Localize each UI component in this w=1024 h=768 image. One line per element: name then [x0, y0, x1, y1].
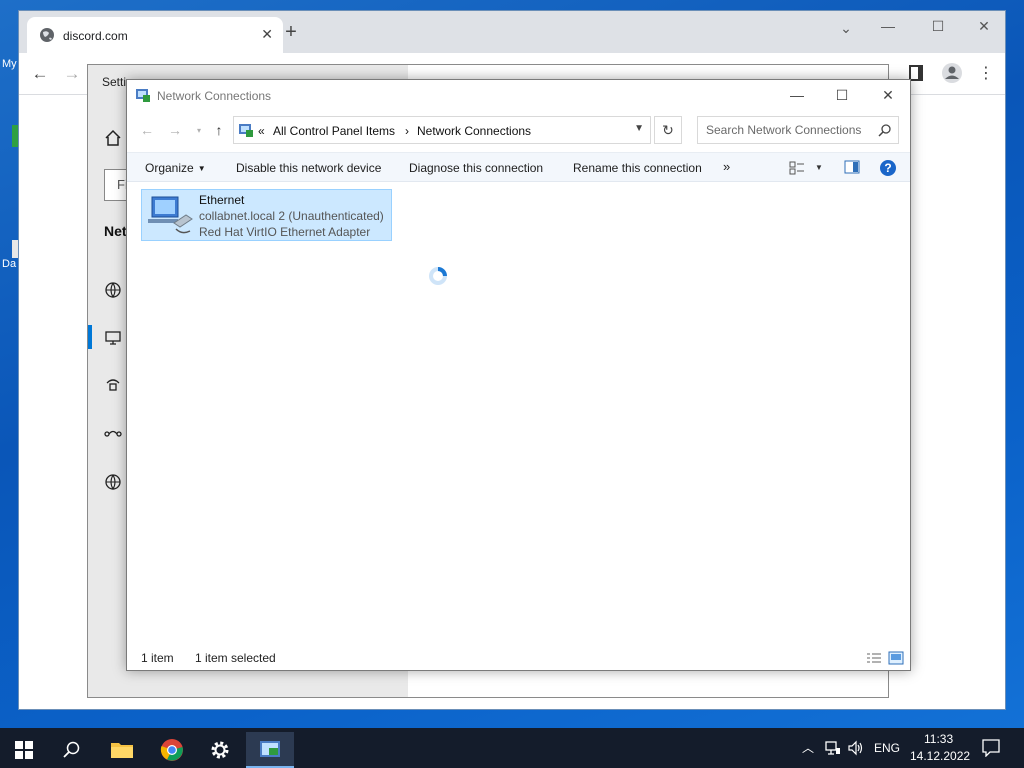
breadcrumb-network-connections[interactable]: Network Connections	[417, 124, 531, 138]
change-view-icon[interactable]	[789, 161, 805, 175]
minimize-button[interactable]: —	[865, 11, 911, 41]
file-explorer-button[interactable]	[98, 732, 146, 768]
forward-icon[interactable]: →	[61, 63, 83, 85]
address-dropdown-icon[interactable]: ▼	[634, 123, 644, 134]
globe-icon	[40, 28, 54, 42]
menu-kebab-icon[interactable]: ⋮	[975, 63, 997, 85]
folder-icon	[111, 743, 133, 758]
maximize-button[interactable]: ☐	[819, 80, 865, 110]
gear-icon	[211, 741, 229, 759]
notification-icon[interactable]	[982, 739, 1000, 757]
search-box[interactable]	[697, 116, 899, 144]
network-status-icon[interactable]	[104, 281, 122, 299]
clock-time[interactable]: 11:33	[924, 732, 953, 746]
dial-up-icon[interactable]	[104, 375, 122, 393]
network-adapter-icon	[148, 196, 193, 234]
tab-strip: discord.com ✕ + ⌄ — ☐ ✕	[19, 11, 1005, 53]
search-icon[interactable]	[878, 123, 892, 137]
browser-tab[interactable]: discord.com ✕	[27, 17, 283, 53]
breadcrumb-separator[interactable]: ›	[405, 124, 409, 138]
forward-icon[interactable]: →	[165, 122, 185, 138]
vpn-icon[interactable]	[104, 425, 122, 443]
recent-locations-icon[interactable]: ▾	[189, 126, 209, 135]
windows-logo-icon	[15, 741, 33, 759]
refresh-button[interactable]: ↻	[654, 116, 682, 144]
tab-search-button[interactable]: ⌄	[823, 13, 869, 43]
chrome-icon	[160, 739, 183, 761]
disable-device-button[interactable]: Disable this network device	[236, 161, 381, 175]
network-adapter-item[interactable]: Ethernet collabnet.local 2 (Unauthentica…	[141, 189, 392, 241]
status-bar: 1 item 1 item selected	[127, 646, 910, 670]
address-bar[interactable]: « All Control Panel Items › Network Conn…	[233, 116, 651, 144]
desktop-icon-label[interactable]: Da	[2, 258, 16, 270]
window-titlebar[interactable]: Network Connections — ☐ ✕	[127, 80, 910, 110]
profile-avatar-icon[interactable]	[941, 62, 963, 84]
help-icon[interactable]: ?	[879, 159, 897, 177]
tab-close-button[interactable]: ✕	[261, 26, 273, 43]
connection-adapter: Red Hat VirtIO Ethernet Adapter	[199, 225, 371, 239]
settings-title: Setti	[102, 75, 127, 89]
address-row: ← → ▾ ↑ « All Control Panel Items › Netw…	[127, 110, 910, 150]
language-indicator[interactable]: ENG	[874, 741, 900, 755]
preview-pane-icon[interactable]	[844, 160, 860, 174]
network-connections-window: Network Connections — ☐ ✕ ← → ▾ ↑ « All …	[126, 79, 911, 671]
show-hidden-icons-button[interactable]: ︿	[802, 739, 814, 756]
item-count: 1 item	[141, 651, 174, 665]
chevron-down-icon: ▼	[197, 164, 206, 173]
connection-network: collabnet.local 2 (Unauthenticated)	[199, 209, 384, 223]
details-view-icon[interactable]	[866, 652, 882, 664]
breadcrumb-all-control-panel-items[interactable]: All Control Panel Items	[273, 124, 395, 138]
close-button[interactable]: ✕	[865, 80, 911, 110]
more-commands-button[interactable]: »	[723, 159, 730, 174]
organize-label: Organize	[145, 161, 194, 175]
back-icon[interactable]: ←	[137, 122, 157, 138]
minimize-button[interactable]: —	[774, 80, 820, 110]
command-bar: Organize ▼ Disable this network device Di…	[127, 152, 910, 182]
up-icon[interactable]: ↑	[209, 122, 229, 138]
organize-menu[interactable]: Organize ▼	[145, 161, 206, 175]
control-panel-icon	[136, 89, 150, 102]
view-options-chevron-icon[interactable]: ▼	[815, 163, 823, 172]
side-panel-icon[interactable]	[909, 65, 923, 81]
maximize-button[interactable]: ☐	[915, 11, 961, 41]
desktop-icon-label[interactable]: My	[2, 58, 17, 70]
tab-title: discord.com	[63, 29, 128, 43]
start-button[interactable]	[0, 732, 48, 768]
new-tab-button[interactable]: +	[279, 21, 303, 44]
busy-cursor-icon	[429, 267, 447, 285]
close-button[interactable]: ✕	[961, 11, 1007, 41]
window-title: Network Connections	[157, 89, 272, 103]
control-panel-icon	[260, 741, 280, 757]
home-icon[interactable]	[104, 129, 122, 147]
back-icon[interactable]: ←	[29, 63, 51, 85]
svg-text:?: ?	[884, 161, 891, 175]
control-panel-icon	[239, 124, 253, 137]
taskbar: ︿ ENG 11:33 14.12.2022	[0, 728, 1024, 768]
large-icons-view-icon[interactable]	[888, 651, 904, 665]
diagnose-connection-button[interactable]: Diagnose this connection	[409, 161, 543, 175]
settings-section-heading: Net	[104, 223, 127, 239]
search-input[interactable]	[698, 117, 874, 143]
breadcrumb-overflow[interactable]: «	[258, 124, 265, 138]
search-icon	[63, 741, 80, 758]
ethernet-icon[interactable]	[104, 329, 122, 347]
proxy-globe-icon[interactable]	[104, 473, 122, 491]
search-button[interactable]	[48, 732, 96, 768]
rename-connection-button[interactable]: Rename this connection	[573, 161, 702, 175]
volume-icon[interactable]	[848, 740, 864, 756]
network-connections-taskbar-button[interactable]	[246, 732, 294, 768]
selected-indicator	[88, 325, 92, 349]
selection-count: 1 item selected	[195, 651, 276, 665]
clock-date[interactable]: 14.12.2022	[910, 749, 970, 763]
connection-name: Ethernet	[199, 193, 245, 207]
chrome-button[interactable]	[148, 732, 196, 768]
settings-button[interactable]	[196, 732, 244, 768]
network-tray-icon[interactable]	[825, 740, 841, 756]
